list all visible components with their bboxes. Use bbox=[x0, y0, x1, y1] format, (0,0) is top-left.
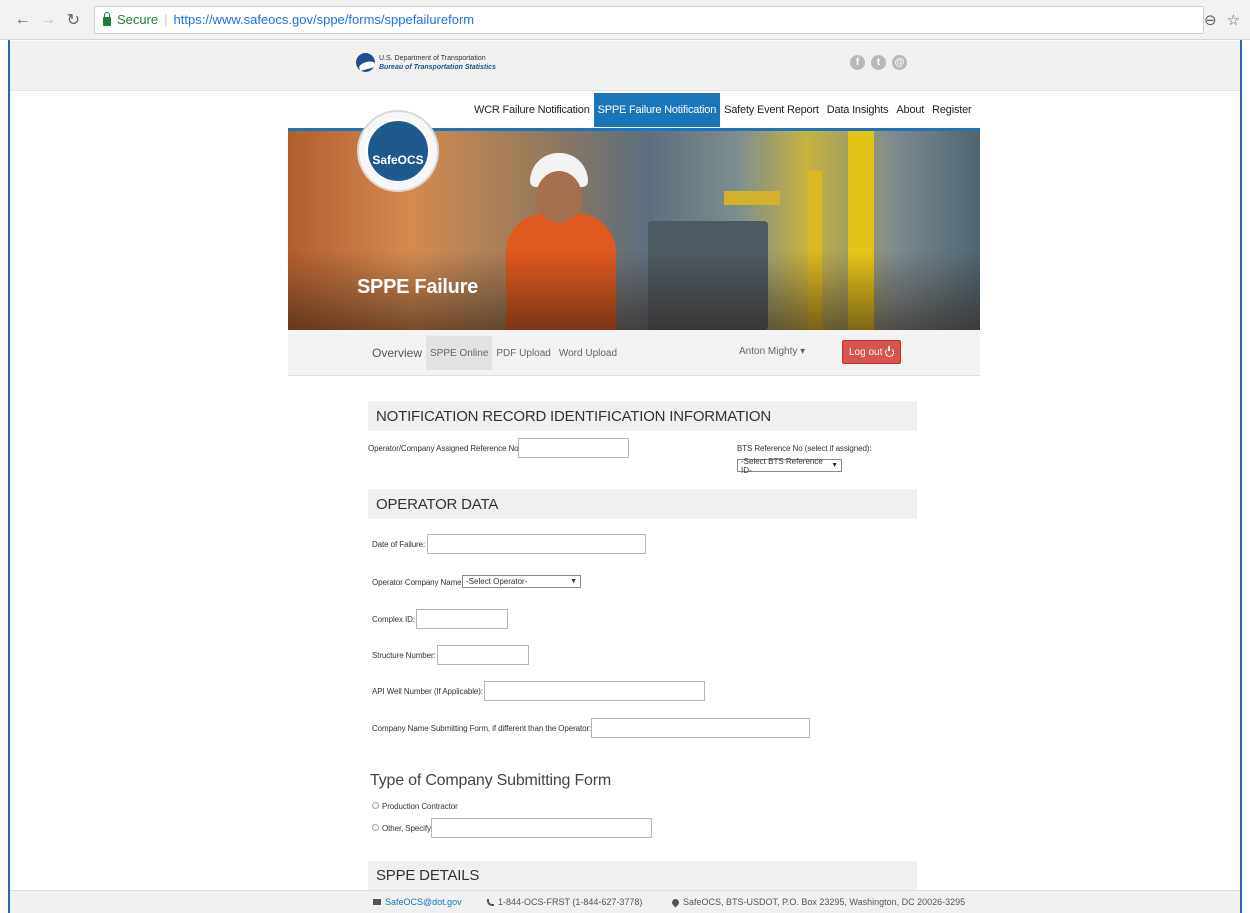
date-of-failure-label: Date of Failure: bbox=[372, 540, 426, 549]
email-icon[interactable]: @ bbox=[892, 55, 907, 70]
footer-address: SafeOCS, BTS-USDOT, P.O. Box 23295, Wash… bbox=[670, 897, 966, 907]
map-pin-icon bbox=[670, 897, 681, 907]
back-arrow-icon[interactable]: ← bbox=[10, 11, 35, 29]
user-name: Anton Mighty bbox=[739, 346, 798, 357]
tab-word-upload[interactable]: Word Upload bbox=[555, 336, 621, 370]
radio-production-contractor[interactable] bbox=[372, 802, 379, 809]
bts-ref-select-value: -Select BTS Reference ID- bbox=[741, 456, 823, 475]
tab-pdf-upload[interactable]: PDF Upload bbox=[492, 336, 554, 370]
submitting-company-label: Company Name Submitting Form, if differe… bbox=[372, 724, 592, 733]
nav-safety-event[interactable]: Safety Event Report bbox=[720, 93, 823, 127]
top-header-strip: U.S. Department of Transportation Bureau… bbox=[10, 41, 1240, 91]
footer-address-text: SafeOCS, BTS-USDOT, P.O. Box 23295, Wash… bbox=[683, 897, 966, 907]
section-notification-record: NOTIFICATION RECORD IDENTIFICATION INFOR… bbox=[368, 401, 917, 431]
twitter-icon[interactable]: t bbox=[871, 55, 886, 70]
sub-navigation: Overview SPPE Online PDF Upload Word Upl… bbox=[288, 330, 980, 376]
reload-icon[interactable]: ↻ bbox=[61, 10, 86, 30]
other-specify-input[interactable] bbox=[431, 818, 652, 838]
caret-down-icon: ▼ bbox=[831, 462, 838, 469]
lock-icon bbox=[102, 11, 111, 26]
forward-arrow-icon[interactable]: → bbox=[35, 11, 60, 29]
footer-phone: 1-844-OCS-FRST (1-844-627-3778) bbox=[487, 897, 642, 907]
left-frame-line bbox=[8, 40, 10, 913]
date-of-failure-input[interactable] bbox=[427, 534, 646, 554]
nav-wcr-failure[interactable]: WCR Failure Notification bbox=[470, 93, 594, 127]
api-well-number-label: API Well Number (If Applicable): bbox=[372, 687, 483, 696]
bookmark-star-icon[interactable]: ☆ bbox=[1227, 11, 1240, 29]
power-icon bbox=[885, 345, 895, 357]
operator-company-label: Operator Company Name: bbox=[372, 578, 464, 587]
bts-ref-label: BTS Reference No (select if assigned): bbox=[737, 444, 872, 453]
operator-select-value: -Select Operator- bbox=[466, 577, 528, 586]
operator-company-select[interactable]: -Select Operator- ▼ bbox=[462, 575, 581, 588]
hero-worker-head bbox=[536, 171, 582, 223]
caret-down-icon: ▼ bbox=[570, 578, 577, 585]
facebook-icon[interactable]: f bbox=[850, 55, 865, 70]
bts-ref-select[interactable]: -Select BTS Reference ID- ▼ bbox=[737, 456, 842, 475]
zoom-icon[interactable]: ⊖ bbox=[1204, 11, 1217, 29]
page-title: SPPE Failure bbox=[357, 276, 478, 298]
hero-pipe bbox=[724, 191, 780, 205]
safeocs-logo[interactable]: SafeOCS bbox=[357, 110, 439, 192]
url-separator: | bbox=[164, 12, 168, 27]
complex-id-label: Complex ID: bbox=[372, 615, 415, 624]
section-sppe-details: SPPE DETAILS bbox=[368, 861, 917, 890]
social-links: f t @ bbox=[850, 55, 907, 70]
tab-sppe-online[interactable]: SPPE Online bbox=[426, 336, 493, 370]
tab-overview[interactable]: Overview bbox=[368, 336, 426, 370]
envelope-icon bbox=[373, 899, 381, 905]
user-menu[interactable]: Anton Mighty ▾ bbox=[739, 346, 805, 357]
page-footer: SafeOCS@dot.gov 1-844-OCS-FRST (1-844-62… bbox=[10, 890, 1240, 913]
right-frame-line bbox=[1240, 40, 1242, 913]
structure-number-input[interactable] bbox=[437, 645, 529, 665]
browser-toolbar: ← → ↻ Secure | https://www.safeocs.gov/s… bbox=[0, 0, 1250, 40]
dot-logo-line2: Bureau of Transportation Statistics bbox=[379, 63, 496, 71]
ref-no-label: Operator/Company Assigned Reference No: bbox=[368, 444, 521, 453]
footer-email-link[interactable]: SafeOCS@dot.gov bbox=[385, 897, 462, 907]
main-navigation: WCR Failure Notification SPPE Failure No… bbox=[470, 92, 976, 128]
secure-label: Secure bbox=[116, 12, 159, 27]
nav-register[interactable]: Register bbox=[928, 93, 975, 127]
usdot-logo[interactable]: U.S. Department of Transportation Bureau… bbox=[356, 53, 496, 72]
structure-number-label: Structure Number: bbox=[372, 651, 436, 660]
footer-email[interactable]: SafeOCS@dot.gov bbox=[373, 897, 462, 907]
address-bar[interactable]: Secure | https://www.safeocs.gov/sppe/fo… bbox=[93, 5, 1204, 34]
ref-no-input[interactable] bbox=[518, 438, 629, 458]
phone-icon bbox=[487, 898, 494, 906]
complex-id-input[interactable] bbox=[416, 609, 508, 629]
nav-data-insights[interactable]: Data Insights bbox=[823, 93, 893, 127]
footer-phone-text: 1-844-OCS-FRST (1-844-627-3778) bbox=[498, 897, 643, 907]
production-contractor-label: Production Contractor bbox=[382, 802, 458, 811]
submitting-company-input[interactable] bbox=[591, 718, 810, 738]
radio-other[interactable] bbox=[372, 824, 379, 831]
type-of-company-heading: Type of Company Submitting Form bbox=[370, 772, 612, 789]
dot-emblem-icon bbox=[356, 53, 375, 72]
caret-down-icon: ▾ bbox=[800, 346, 806, 357]
nav-sppe-failure[interactable]: SPPE Failure Notification bbox=[593, 93, 721, 127]
dot-logo-line1: U.S. Department of Transportation bbox=[379, 54, 486, 62]
nav-about[interactable]: About bbox=[892, 93, 928, 127]
other-specify-label: Other, Specify: bbox=[382, 824, 433, 833]
section-operator-data: OPERATOR DATA bbox=[368, 489, 917, 519]
safeocs-badge-text: SafeOCS bbox=[372, 153, 424, 167]
url-text[interactable]: https://www.safeocs.gov/sppe/forms/sppef… bbox=[174, 12, 475, 27]
logout-button[interactable]: Log out bbox=[842, 340, 902, 364]
logout-label: Log out bbox=[849, 346, 883, 358]
api-well-number-input[interactable] bbox=[484, 681, 705, 701]
